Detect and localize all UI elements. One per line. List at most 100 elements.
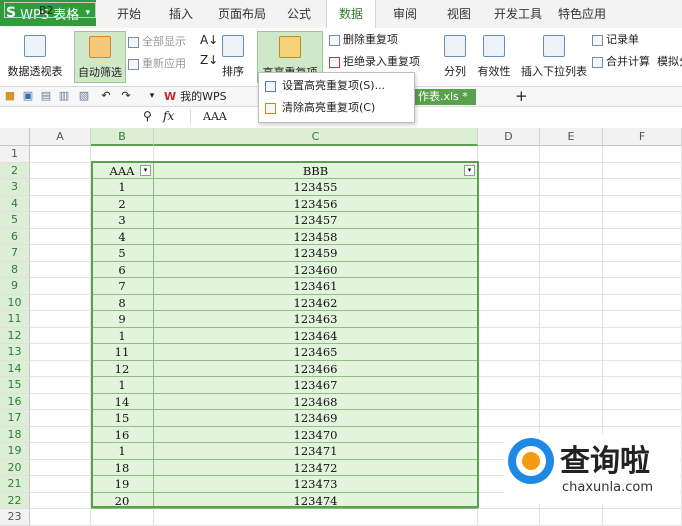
cell-f6[interactable] bbox=[603, 228, 682, 245]
cell-f23[interactable] bbox=[603, 509, 682, 526]
menu-data[interactable]: 数据 bbox=[326, 0, 376, 28]
filter-dropdown-b-icon[interactable]: ▾ bbox=[140, 164, 151, 176]
cell-c4[interactable]: 123456 bbox=[154, 195, 478, 212]
cell-c22[interactable]: 123474 bbox=[154, 492, 478, 509]
cell-a11[interactable] bbox=[30, 311, 91, 328]
menu-page-layout[interactable]: 页面布局 bbox=[212, 0, 272, 28]
cell-d12[interactable] bbox=[478, 327, 540, 344]
cell-d14[interactable] bbox=[478, 360, 540, 377]
menu-developer[interactable]: 开发工具 bbox=[490, 0, 546, 28]
cell-f14[interactable] bbox=[603, 360, 682, 377]
cell-f8[interactable] bbox=[603, 261, 682, 278]
cell-c8[interactable]: 123460 bbox=[154, 261, 478, 278]
cell-c1[interactable] bbox=[154, 146, 478, 163]
cell-d23[interactable] bbox=[478, 509, 540, 526]
cell-b8[interactable]: 6 bbox=[91, 261, 154, 278]
select-all-corner[interactable] bbox=[0, 128, 30, 146]
cell-c6[interactable]: 123458 bbox=[154, 228, 478, 245]
insert-dropdown-list-button[interactable]: 插入下拉列表 bbox=[521, 31, 587, 83]
cell-c20[interactable]: 123472 bbox=[154, 459, 478, 476]
cell-e12[interactable] bbox=[540, 327, 603, 344]
cell-f9[interactable] bbox=[603, 278, 682, 295]
row-header-5[interactable]: 5 bbox=[0, 212, 30, 229]
cell-a15[interactable] bbox=[30, 377, 91, 394]
row-header-10[interactable]: 10 bbox=[0, 294, 30, 311]
cell-d10[interactable] bbox=[478, 294, 540, 311]
cell-c5[interactable]: 123457 bbox=[154, 212, 478, 229]
row-header-1[interactable]: 1 bbox=[0, 146, 30, 163]
cell-b3[interactable]: 1 bbox=[91, 179, 154, 196]
cell-e14[interactable] bbox=[540, 360, 603, 377]
cell-a8[interactable] bbox=[30, 261, 91, 278]
cell-a17[interactable] bbox=[30, 410, 91, 427]
record-sheet-button[interactable]: 记录单 bbox=[592, 31, 639, 49]
autofilter-button[interactable]: 自动筛选 bbox=[74, 31, 126, 83]
cell-e8[interactable] bbox=[540, 261, 603, 278]
cell-b6[interactable]: 4 bbox=[91, 228, 154, 245]
sort-button[interactable]: 排序 bbox=[218, 31, 248, 83]
menu-start[interactable]: 开始 bbox=[108, 0, 150, 28]
cell-a2[interactable] bbox=[30, 162, 91, 179]
cell-d8[interactable] bbox=[478, 261, 540, 278]
cell-d4[interactable] bbox=[478, 195, 540, 212]
cell-e6[interactable] bbox=[540, 228, 603, 245]
row-header-21[interactable]: 21 bbox=[0, 476, 30, 493]
cell-a22[interactable] bbox=[30, 492, 91, 509]
set-highlight-duplicates-item[interactable]: 设置高亮重复项(S)... bbox=[265, 76, 385, 96]
cell-d6[interactable] bbox=[478, 228, 540, 245]
cell-a7[interactable] bbox=[30, 245, 91, 262]
cell-b22[interactable]: 20 bbox=[91, 492, 154, 509]
cell-f7[interactable] bbox=[603, 245, 682, 262]
undo-icon[interactable]: ↶ bbox=[100, 90, 112, 102]
cell-e17[interactable] bbox=[540, 410, 603, 427]
cell-c3[interactable]: 123455 bbox=[154, 179, 478, 196]
row-header-3[interactable]: 3 bbox=[0, 179, 30, 196]
cell-c16[interactable]: 123468 bbox=[154, 393, 478, 410]
cell-d16[interactable] bbox=[478, 393, 540, 410]
merge-calc-button[interactable]: 合并计算 bbox=[592, 53, 650, 71]
cell-b2[interactable]: AAA ▾ bbox=[91, 162, 154, 179]
cell-b17[interactable]: 15 bbox=[91, 410, 154, 427]
column-header-a[interactable]: A bbox=[30, 128, 91, 146]
cell-d1[interactable] bbox=[478, 146, 540, 163]
row-header-19[interactable]: 19 bbox=[0, 443, 30, 460]
row-header-20[interactable]: 20 bbox=[0, 459, 30, 476]
cell-d17[interactable] bbox=[478, 410, 540, 427]
cell-b5[interactable]: 3 bbox=[91, 212, 154, 229]
cell-b4[interactable]: 2 bbox=[91, 195, 154, 212]
cell-d3[interactable] bbox=[478, 179, 540, 196]
cell-f16[interactable] bbox=[603, 393, 682, 410]
pivot-table-button[interactable]: 数据透视表 bbox=[4, 31, 66, 83]
row-header-16[interactable]: 16 bbox=[0, 393, 30, 410]
cell-d2[interactable] bbox=[478, 162, 540, 179]
redo-icon[interactable]: ↷ bbox=[120, 90, 132, 102]
row-header-12[interactable]: 12 bbox=[0, 327, 30, 344]
cell-a13[interactable] bbox=[30, 344, 91, 361]
cell-d11[interactable] bbox=[478, 311, 540, 328]
cell-e9[interactable] bbox=[540, 278, 603, 295]
cell-e2[interactable] bbox=[540, 162, 603, 179]
open-folder-icon[interactable]: ■ bbox=[4, 90, 16, 102]
menu-formula[interactable]: 公式 bbox=[278, 0, 320, 28]
filter-dropdown-c-icon[interactable]: ▾ bbox=[464, 164, 475, 176]
column-header-b[interactable]: B bbox=[91, 128, 154, 146]
menu-special[interactable]: 特色应用 bbox=[552, 0, 612, 28]
cell-b16[interactable]: 14 bbox=[91, 393, 154, 410]
tab-workbook[interactable]: 作表.xls * bbox=[410, 89, 476, 105]
cell-a4[interactable] bbox=[30, 195, 91, 212]
tab-my-wps[interactable]: W 我的WPS bbox=[164, 89, 227, 105]
cell-b1[interactable] bbox=[91, 146, 154, 163]
reapply-button[interactable]: 重新应用 bbox=[128, 55, 186, 73]
cell-e3[interactable] bbox=[540, 179, 603, 196]
cell-a14[interactable] bbox=[30, 360, 91, 377]
cell-c10[interactable]: 123462 bbox=[154, 294, 478, 311]
menu-view[interactable]: 视图 bbox=[438, 0, 480, 28]
sort-ascending-icon[interactable]: A↓ bbox=[200, 33, 218, 47]
cell-a10[interactable] bbox=[30, 294, 91, 311]
cell-d13[interactable] bbox=[478, 344, 540, 361]
cell-c23[interactable] bbox=[154, 509, 478, 526]
cell-e16[interactable] bbox=[540, 393, 603, 410]
cell-a16[interactable] bbox=[30, 393, 91, 410]
cell-c21[interactable]: 123473 bbox=[154, 476, 478, 493]
cell-a1[interactable] bbox=[30, 146, 91, 163]
